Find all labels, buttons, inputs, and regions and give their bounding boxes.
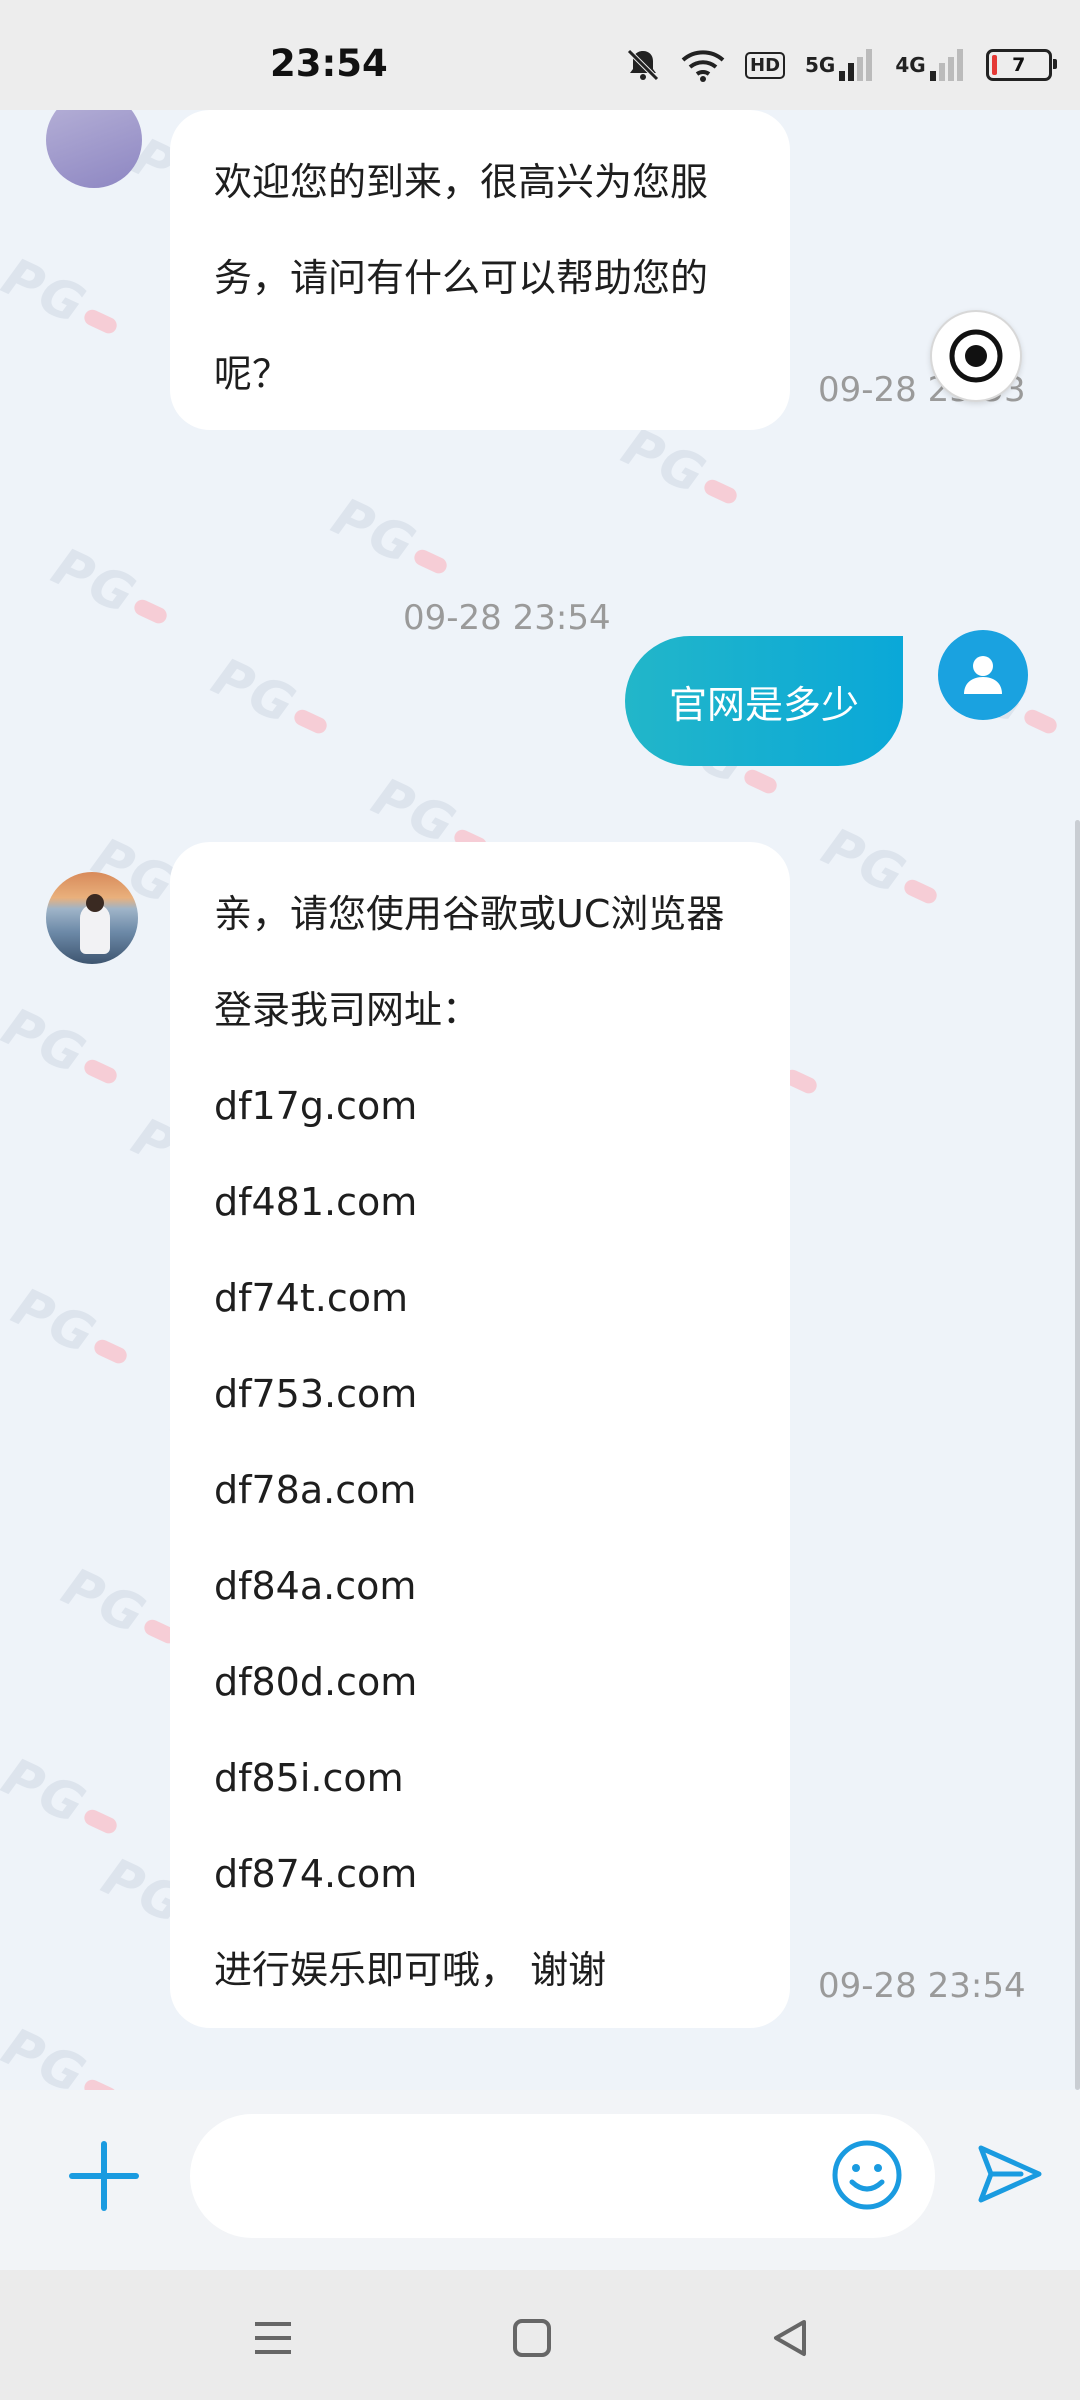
message-text: 亲，请您使用谷歌或UC浏览器 bbox=[214, 892, 725, 936]
wifi-icon bbox=[681, 48, 725, 82]
message-text: 欢迎您的到来，很高兴为您服 bbox=[214, 160, 709, 204]
watermark: PG bbox=[0, 1747, 130, 1853]
watermark: PG bbox=[0, 997, 130, 1103]
watermark: PG bbox=[613, 417, 750, 523]
url-link[interactable]: df80d.com bbox=[214, 1634, 746, 1730]
url-link[interactable]: df85i.com bbox=[214, 1730, 746, 1826]
url-link[interactable]: df874.com bbox=[214, 1826, 746, 1922]
message-input[interactable] bbox=[190, 2114, 935, 2238]
menu-button[interactable] bbox=[243, 2308, 303, 2368]
watermark: PG bbox=[203, 647, 340, 753]
smiley-icon bbox=[832, 2140, 902, 2210]
chat-area[interactable]: PG PG PG PG PG PG PG PG PG PG PG PG PG P… bbox=[0, 110, 1080, 2090]
watermark: PG bbox=[0, 247, 130, 353]
navigation-bar bbox=[0, 2270, 1080, 2400]
agent-message-bubble: 亲，请您使用谷歌或UC浏览器 登录我司网址： df17g.com df481.c… bbox=[170, 842, 790, 2028]
emoji-button[interactable] bbox=[830, 2138, 904, 2212]
url-link[interactable]: df78a.com bbox=[214, 1442, 746, 1538]
record-icon bbox=[949, 329, 1003, 383]
signal-5g-icon: 5G bbox=[805, 49, 875, 81]
add-attachment-button[interactable] bbox=[66, 2138, 142, 2214]
watermark: PG bbox=[323, 487, 460, 593]
signal-4g-icon: 4G bbox=[895, 49, 965, 81]
watermark: PG bbox=[43, 537, 180, 643]
menu-icon bbox=[255, 2322, 291, 2354]
url-link[interactable]: df84a.com bbox=[214, 1538, 746, 1634]
watermark: PG bbox=[0, 2017, 130, 2090]
user-message-bubble: 官网是多少 bbox=[625, 636, 903, 766]
home-button[interactable] bbox=[502, 2308, 562, 2368]
back-button[interactable] bbox=[760, 2308, 820, 2368]
url-link[interactable]: df753.com bbox=[214, 1346, 746, 1442]
user-avatar bbox=[938, 630, 1028, 720]
bell-muted-icon bbox=[625, 47, 661, 83]
watermark: PG bbox=[3, 1277, 140, 1383]
message-text: 官网是多少 bbox=[668, 682, 859, 727]
person-icon bbox=[964, 656, 1002, 694]
hd-icon: HD bbox=[745, 51, 786, 79]
message-text: 呢？ bbox=[214, 352, 291, 396]
battery-icon: 7 bbox=[985, 49, 1057, 81]
send-icon bbox=[978, 2145, 1042, 2203]
message-timestamp: 09-28 23:54 bbox=[818, 1966, 1026, 2006]
url-link[interactable]: df74t.com bbox=[214, 1250, 746, 1346]
scrollbar[interactable] bbox=[1075, 820, 1080, 2090]
input-bar bbox=[0, 2090, 1080, 2270]
message-timestamp: 09-28 23:54 bbox=[403, 598, 611, 638]
status-bar: 23:54 HD 5G 4G 7 bbox=[0, 0, 1080, 110]
send-button[interactable] bbox=[972, 2136, 1048, 2212]
watermark: PG bbox=[813, 817, 950, 923]
plus-icon bbox=[69, 2141, 139, 2211]
agent-avatar bbox=[46, 110, 142, 188]
agent-avatar bbox=[46, 872, 138, 964]
back-icon bbox=[774, 2320, 806, 2356]
home-icon bbox=[513, 2319, 551, 2357]
status-time: 23:54 bbox=[270, 42, 388, 85]
agent-message-bubble: 欢迎您的到来，很高兴为您服 务，请问有什么可以帮助您的 呢？ bbox=[170, 110, 790, 430]
url-link[interactable]: df17g.com bbox=[214, 1058, 746, 1154]
message-text: 务，请问有什么可以帮助您的 bbox=[214, 256, 709, 300]
message-text: 登录我司网址： bbox=[214, 988, 481, 1032]
url-link[interactable]: df481.com bbox=[214, 1154, 746, 1250]
record-button[interactable] bbox=[930, 310, 1022, 402]
status-icons: HD 5G 4G 7 bbox=[625, 40, 1072, 90]
message-text: 进行娱乐即可哦， 谢谢 bbox=[214, 1948, 607, 1992]
